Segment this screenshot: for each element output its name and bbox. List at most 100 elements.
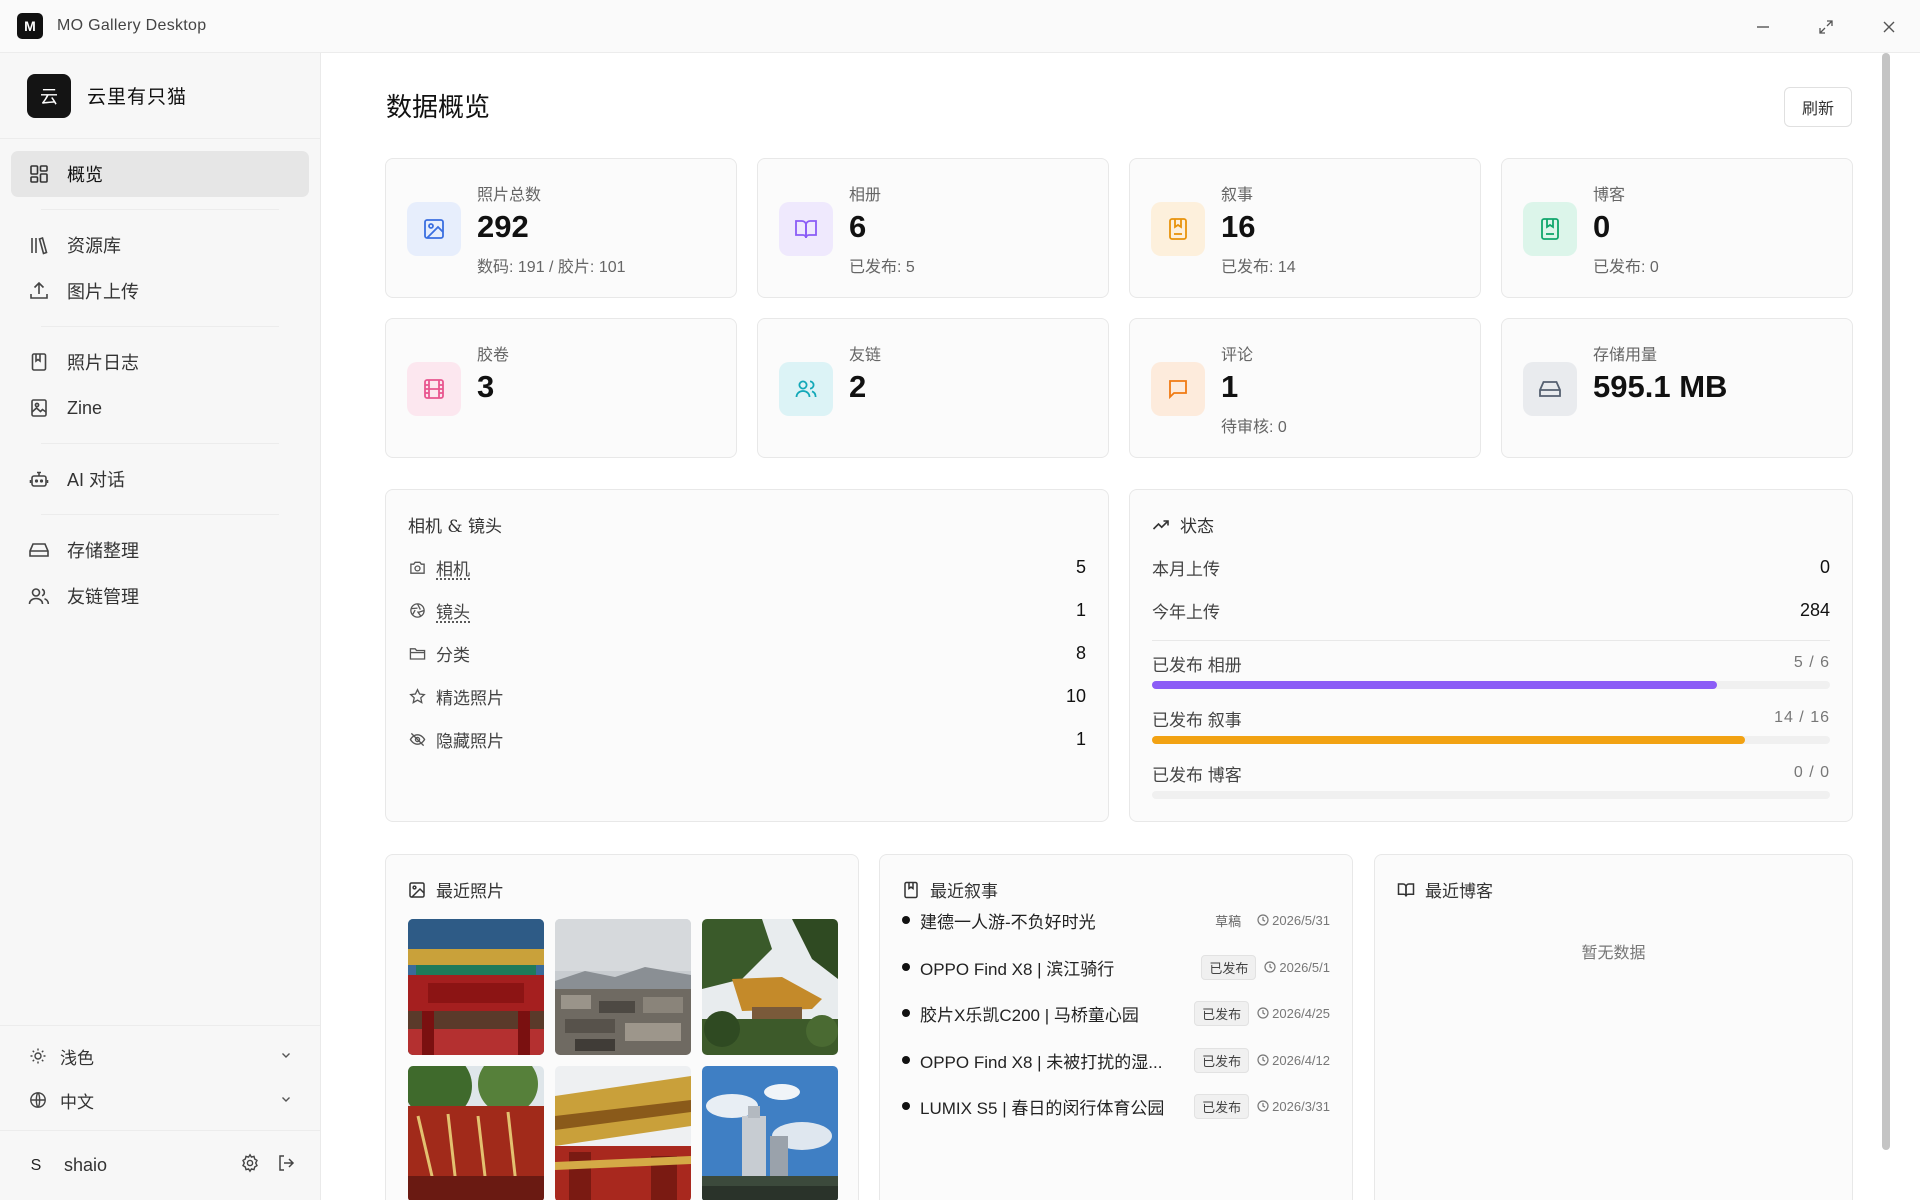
progress-fill [1152, 736, 1746, 744]
comment-icon [1151, 362, 1205, 416]
globe-icon [28, 1090, 48, 1110]
published-blogs-value: 0 / 0 [1793, 764, 1830, 781]
scrollbar-thumb[interactable] [1882, 53, 1890, 1150]
stat-sub: 数码: 191 / 胶片: 101 [477, 259, 626, 276]
story-title: 胶片X乐凯C200 | 马桥童心园 [920, 1005, 1139, 1025]
camera-icon [408, 558, 426, 576]
drive-icon [27, 538, 51, 562]
story-item[interactable]: OPPO Find X8 | 未被打扰的湿... 已发布 2026/4/12 [902, 1045, 1330, 1075]
clock-icon [1264, 961, 1276, 973]
bullet [902, 963, 910, 971]
story-title: OPPO Find X8 | 未被打扰的湿... [920, 1052, 1163, 1072]
bookmark-book-icon [902, 881, 920, 899]
theme-label: 浅色 [60, 1048, 94, 1068]
settings-button[interactable] [240, 1153, 260, 1178]
close-icon [1883, 21, 1894, 32]
sidebar-item-ai-chat[interactable]: AI 对话 [11, 456, 309, 502]
close-button[interactable] [1857, 0, 1920, 53]
sidebar-item-zine[interactable]: Zine [11, 385, 309, 431]
chevron-down-icon [280, 1090, 292, 1110]
sidebar-bottom: 浅色 中文 S shaio [0, 1025, 320, 1200]
bullet [902, 1056, 910, 1064]
published-blogs-label: 已发布 博客 [1152, 765, 1242, 785]
story-date: 2026/3/31 [1257, 1099, 1330, 1114]
story-title: 建德一人游-不负好时光 [920, 912, 1096, 932]
gear-row-cameras: 相机 5 [408, 555, 1086, 579]
published-blogs-bar [1152, 791, 1830, 799]
star-icon [408, 687, 426, 705]
sidebar-item-storage[interactable]: 存储整理 [11, 527, 309, 573]
bullet [902, 1009, 910, 1017]
stat-label: 存储用量 [1593, 347, 1658, 364]
sidebar-item-photo-journal[interactable]: 照片日志 [11, 339, 309, 385]
story-item[interactable]: OPPO Find X8 | 滨江骑行 已发布 2026/5/1 [902, 952, 1330, 982]
sun-icon [28, 1046, 48, 1066]
logout-icon [279, 1155, 295, 1171]
sidebar-item-library[interactable]: 资源库 [11, 222, 309, 268]
photo-thumbnail[interactable] [408, 1066, 544, 1200]
logout-button[interactable] [276, 1153, 296, 1178]
cameras-count: 5 [1075, 556, 1086, 577]
title-bar: M MO Gallery Desktop [0, 0, 1920, 53]
story-item[interactable]: 建德一人游-不负好时光 草稿 2026/5/31 [902, 905, 1330, 935]
gear-row-lenses: 镜头 1 [408, 598, 1086, 622]
book-icon [27, 350, 51, 374]
brand-name: 云里有只猫 [87, 86, 188, 108]
bookmark-book-icon [1151, 202, 1205, 256]
library-icon [27, 233, 51, 257]
story-item[interactable]: LUMIX S5 | 春日的闵行体育公园 已发布 2026/3/31 [902, 1091, 1330, 1121]
stat-value: 2 [849, 369, 867, 404]
panel-title: 状态 [1152, 512, 1214, 537]
window-controls [1731, 0, 1920, 53]
stat-card-stories: 叙事 16 已发布: 14 [1129, 158, 1481, 298]
minimize-button[interactable] [1731, 0, 1794, 53]
brand[interactable]: 云 云里有只猫 [0, 53, 320, 139]
grid-icon [27, 162, 51, 186]
photo-thumbnail[interactable] [555, 1066, 691, 1200]
status-year-row: 今年上传 284 [1152, 598, 1830, 622]
stat-card-photos: 照片总数 292 数码: 191 / 胶片: 101 [385, 158, 737, 298]
divider [1152, 640, 1830, 641]
lenses-link[interactable]: 镜头 [436, 598, 470, 623]
clock-icon [1257, 914, 1269, 926]
gear-icon [242, 1153, 258, 1173]
bullet [902, 916, 910, 924]
stat-value: 16 [1221, 209, 1256, 244]
robot-icon [27, 467, 51, 491]
published-albums-bar [1152, 681, 1830, 689]
nav-divider [41, 209, 279, 210]
refresh-button[interactable]: 刷新 [1784, 87, 1852, 127]
main-content: 数据概览 刷新 照片总数 292 数码: 191 / 胶片: 101 相册 6 … [322, 53, 1884, 1200]
sidebar-item-label: Zine [67, 397, 103, 418]
open-book-icon [779, 202, 833, 256]
stat-label: 照片总数 [477, 187, 542, 204]
avatar[interactable]: S [24, 1154, 48, 1178]
story-date: 2026/5/31 [1257, 913, 1330, 928]
maximize-button[interactable] [1794, 0, 1857, 53]
published-albums-label: 已发布 相册 [1152, 655, 1242, 675]
sidebar-item-overview[interactable]: 概览 [11, 151, 309, 197]
gear-row-hidden: 隐藏照片 1 [408, 727, 1086, 751]
users-icon [27, 584, 51, 608]
sidebar-item-friend-links[interactable]: 友链管理 [11, 573, 309, 619]
gear-row-categories: 分类 8 [408, 641, 1086, 665]
photo-thumbnail[interactable] [408, 919, 544, 1055]
status-badge: 已发布 [1201, 954, 1257, 980]
hidden-label: 隐藏照片 [436, 731, 504, 751]
photo-thumbnail[interactable] [702, 1066, 838, 1200]
gear-row-featured: 精选照片 10 [408, 684, 1086, 708]
theme-select[interactable]: 浅色 [0, 1034, 320, 1078]
photo-thumbnail[interactable] [702, 919, 838, 1055]
preferences: 浅色 中文 [0, 1025, 320, 1130]
story-item[interactable]: 胶片X乐凯C200 | 马桥童心园 已发布 2026/4/25 [902, 998, 1330, 1028]
window-title: MO Gallery Desktop [57, 17, 207, 34]
published-stories-value: 14 / 16 [1774, 709, 1830, 726]
sidebar-item-upload[interactable]: 图片上传 [11, 268, 309, 314]
photo-thumbnail[interactable] [555, 919, 691, 1055]
status-month-row: 本月上传 0 [1152, 555, 1830, 579]
panel-title: 最近叙事 [902, 877, 998, 902]
published-stories-row: 已发布 叙事 14 / 16 [1152, 706, 1830, 730]
language-select[interactable]: 中文 [0, 1078, 320, 1122]
recent-photos-panel: 最近照片 [385, 854, 859, 1200]
cameras-link[interactable]: 相机 [436, 555, 470, 580]
